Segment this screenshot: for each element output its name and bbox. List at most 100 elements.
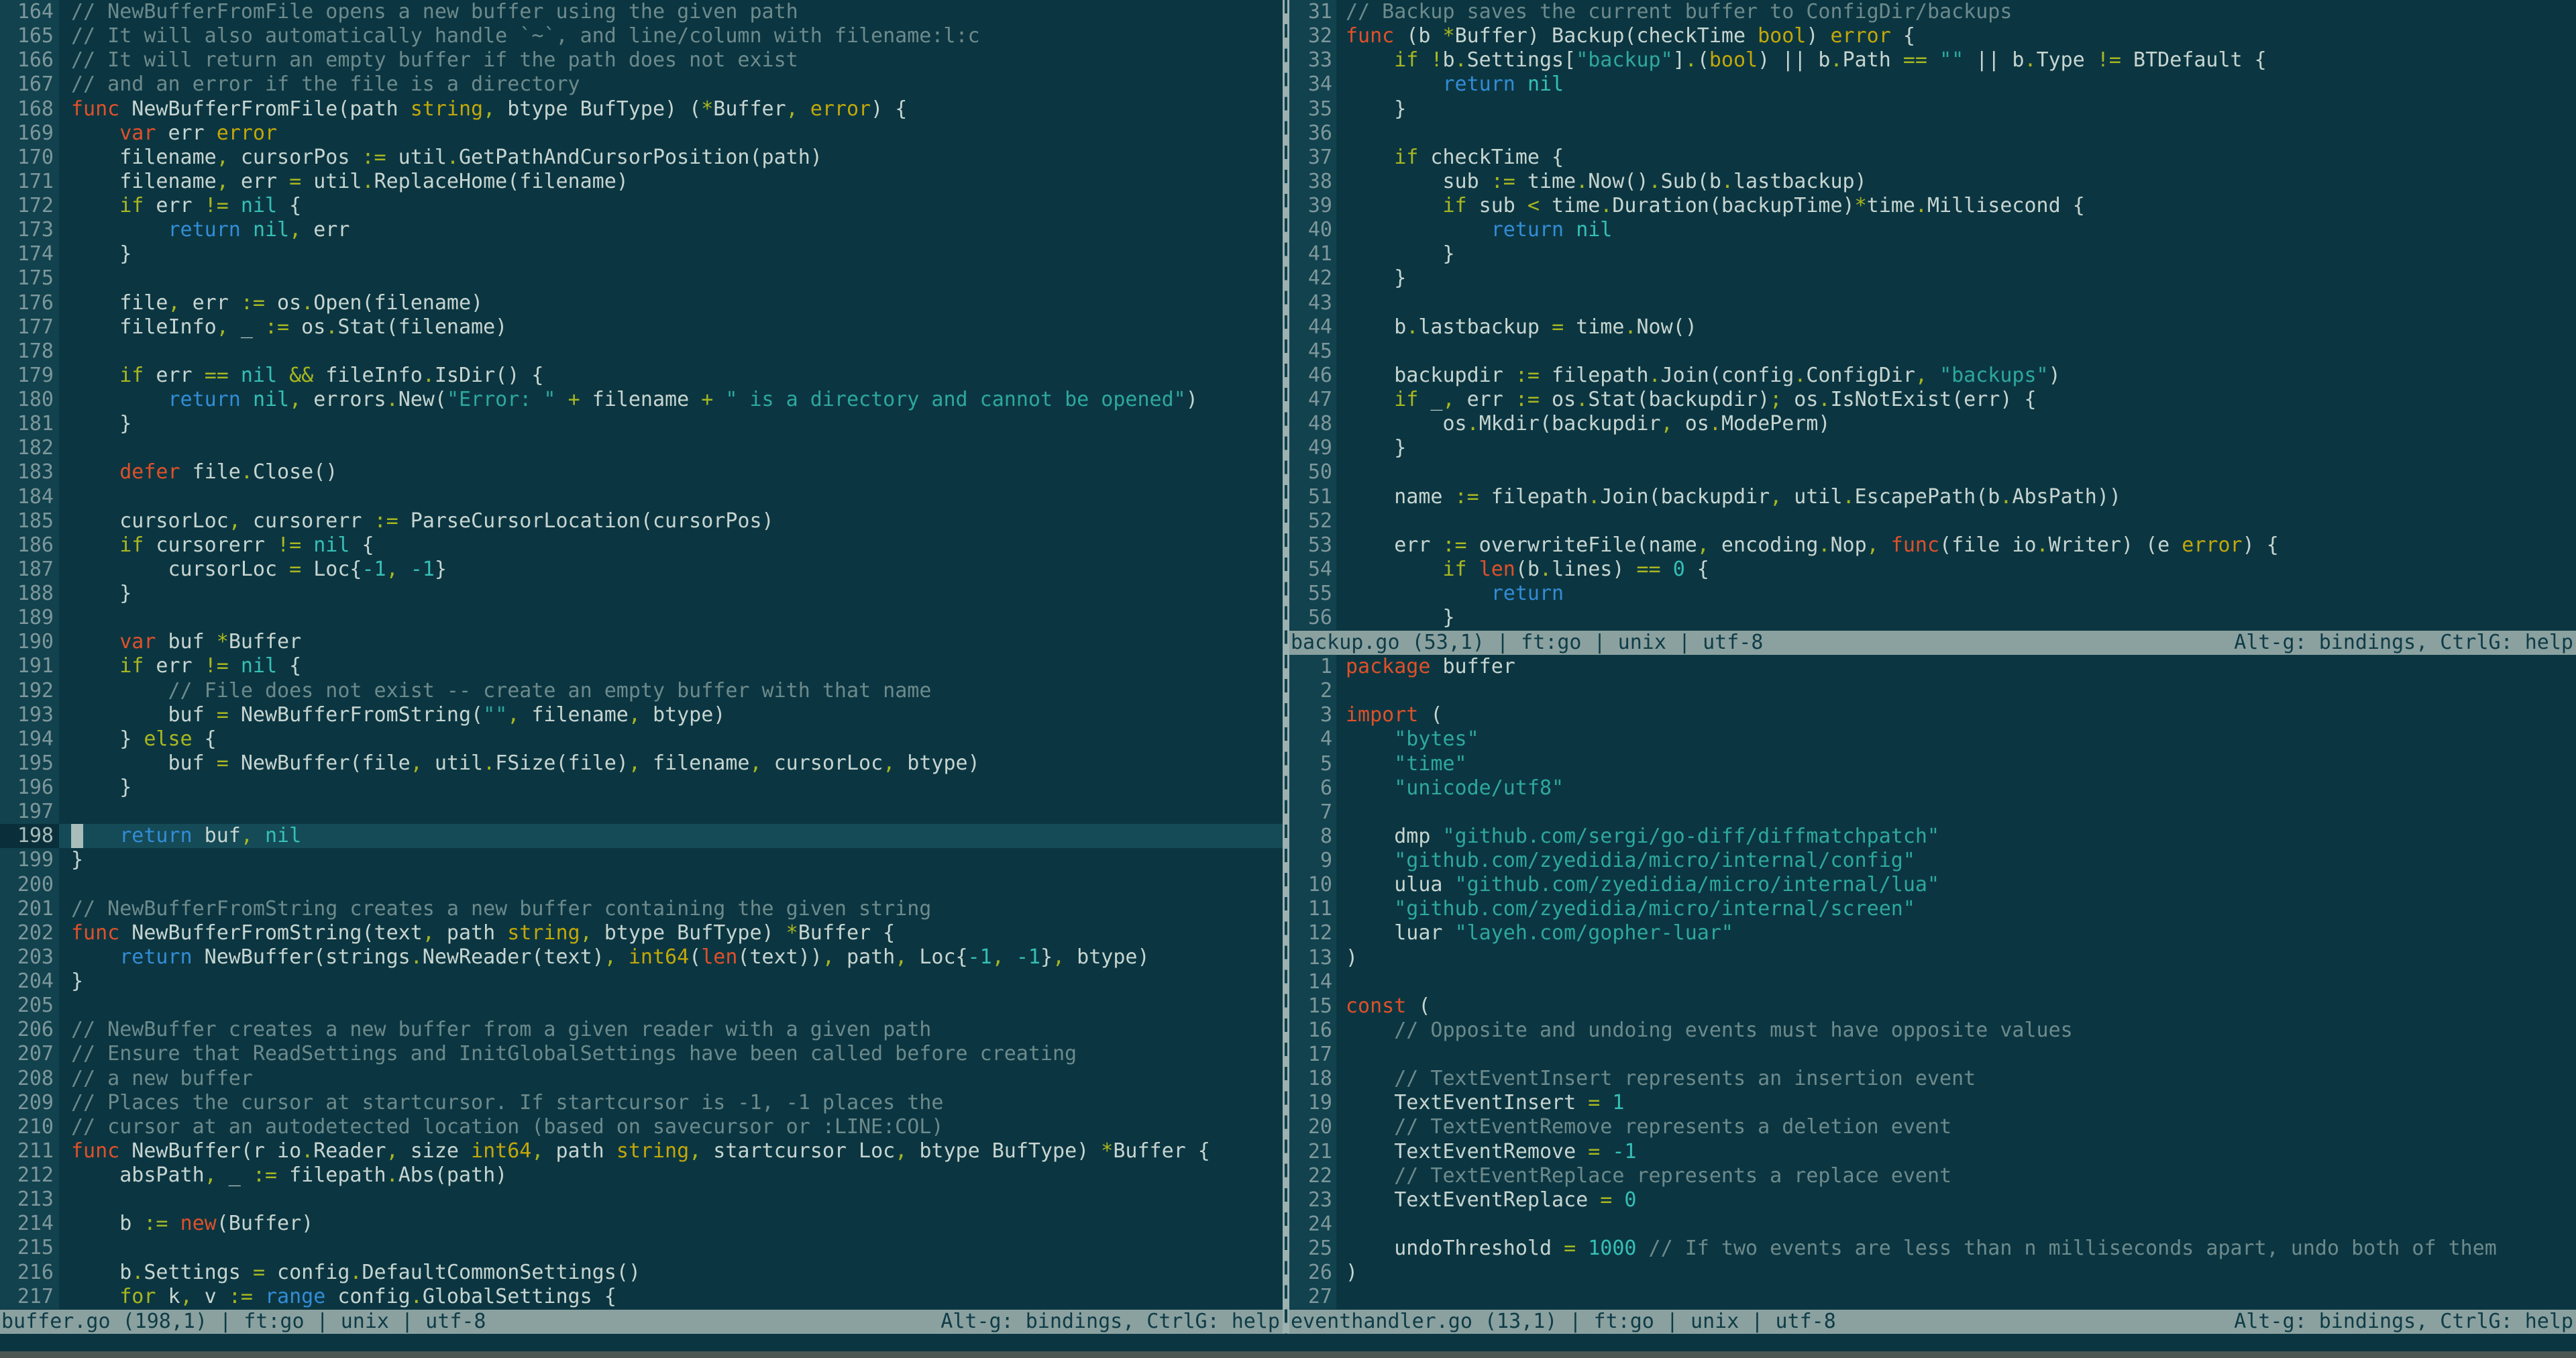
editor-pane-buffer-go[interactable]: 164 // NewBufferFromFile opens a new buff… (0, 0, 1283, 1310)
code-line[interactable]: 22 // TextEventReplace represents a repl… (1289, 1163, 2576, 1188)
code-line[interactable]: 44 b.lastbackup = time.Now() (1289, 315, 2576, 340)
code-line[interactable]: 35 } (1289, 97, 2576, 121)
code-line[interactable]: 5 "time" (1289, 751, 2576, 776)
code-line[interactable]: 27 (1289, 1285, 2576, 1310)
code-line[interactable]: 43 (1289, 291, 2576, 315)
code-line[interactable]: 19 TextEventInsert = 1 (1289, 1091, 2576, 1116)
code-line[interactable]: 203 return NewBuffer(strings.NewReader(t… (0, 945, 1283, 970)
code-line[interactable]: 165 // It will also automatically handle … (0, 24, 1283, 49)
code-line[interactable]: 3 import ( (1289, 703, 2576, 728)
code-line[interactable]: 202 func NewBufferFromString(text, path s… (0, 921, 1283, 945)
code-line[interactable]: 4 "bytes" (1289, 727, 2576, 752)
code-line[interactable]: 37 if checkTime { (1289, 145, 2576, 170)
code-line[interactable]: 208 // a new buffer (0, 1066, 1283, 1091)
code-line[interactable]: 16 // Opposite and undoing events must h… (1289, 1018, 2576, 1043)
code-line[interactable]: 182 (0, 436, 1283, 461)
code-line[interactable]: 12 luar "layeh.com/gopher-luar" (1289, 921, 2576, 946)
code-line[interactable]: 38 sub := time.Now().Sub(b.lastbackup) (1289, 169, 2576, 194)
code-line[interactable]: 50 (1289, 460, 2576, 485)
code-line[interactable]: 21 TextEventRemove = -1 (1289, 1139, 2576, 1164)
code-line[interactable]: 183 defer file.Close() (0, 460, 1283, 485)
code-line[interactable]: 179 if err == nil && fileInfo.IsDir() { (0, 363, 1283, 388)
code-line[interactable]: 51 name := filepath.Join(backupdir, util… (1289, 484, 2576, 509)
code-line[interactable]: 209 // Places the cursor at startcursor. … (0, 1090, 1283, 1115)
code-line[interactable]: 205 (0, 994, 1283, 1018)
editor-pane-eventhandler-go[interactable]: 1 package buffer 2 3 import (4 "bytes" 5 "tim… (1289, 655, 2576, 1310)
code-line[interactable]: 181 } (0, 412, 1283, 437)
code-line[interactable]: 167 // and an error if the file is a dire… (0, 72, 1283, 97)
code-line[interactable]: 36 (1289, 121, 2576, 146)
code-line[interactable]: 40 return nil (1289, 218, 2576, 243)
code-line[interactable]: 175 (0, 266, 1283, 291)
code-line[interactable]: 170 filename, cursorPos := util.GetPathA… (0, 145, 1283, 170)
code-line[interactable]: 56 } (1289, 606, 2576, 631)
code-line[interactable]: 2 (1289, 679, 2576, 704)
code-line[interactable]: 168 func NewBufferFromFile(path string, b… (0, 97, 1283, 121)
code-line[interactable]: 177 fileInfo, _ := os.Stat(filename) (0, 315, 1283, 340)
code-line[interactable]: 26) (1289, 1261, 2576, 1286)
code-line[interactable]: 172 if err != nil { (0, 194, 1283, 219)
code-line[interactable]: 180 return nil, errors.New("Error: " + f… (0, 388, 1283, 413)
code-line[interactable]: 46 backupdir := filepath.Join(config.Con… (1289, 363, 2576, 388)
code-line[interactable]: 192 // File does not exist -- create an … (0, 678, 1283, 703)
code-line[interactable]: 9 "github.com/zyedidia/micro/internal/co… (1289, 849, 2576, 874)
code-line[interactable]: 8 dmp "github.com/sergi/go-diff/diffmatc… (1289, 824, 2576, 849)
code-line[interactable]: 20 // TextEventRemove represents a delet… (1289, 1115, 2576, 1140)
editor-pane-backup-go[interactable]: 31 // Backup saves the current buffer to … (1289, 0, 2576, 631)
code-line[interactable]: 207 // Ensure that ReadSettings and InitG… (0, 1042, 1283, 1067)
code-line[interactable]: 13) (1289, 945, 2576, 970)
command-bar[interactable] (0, 1334, 2576, 1351)
code-line[interactable]: 187 cursorLoc = Loc{-1, -1} (0, 557, 1283, 582)
code-line[interactable]: 166 // It will return an empty buffer if … (0, 48, 1283, 73)
code-line[interactable]: 25 undoThreshold = 1000 // If two events… (1289, 1237, 2576, 1261)
code-line[interactable]: 185 cursorLoc, cursorerr := ParseCursorL… (0, 509, 1283, 533)
code-line[interactable]: 54 if len(b.lines) == 0 { (1289, 557, 2576, 582)
code-line[interactable]: 190 var buf *Buffer (0, 630, 1283, 655)
code-line[interactable]: 176 file, err := os.Open(filename) (0, 291, 1283, 315)
code-line[interactable]: 164 // NewBufferFromFile opens a new buff… (0, 0, 1283, 25)
code-line[interactable]: 204} (0, 970, 1283, 994)
code-line[interactable]: 39 if sub < time.Duration(backupTime)*ti… (1289, 194, 2576, 219)
code-line[interactable]: 188 } (0, 582, 1283, 607)
code-line[interactable]: 1 package buffer (1289, 655, 2576, 680)
code-line[interactable]: 191 if err != nil { (0, 654, 1283, 679)
code-line[interactable]: 184 (0, 484, 1283, 509)
code-line[interactable]: 206 // NewBuffer creates a new buffer fro… (0, 1018, 1283, 1043)
code-line[interactable]: 33 if !b.Settings["backup"].(bool) || b.… (1289, 48, 2576, 73)
code-line[interactable]: 215 (0, 1236, 1283, 1261)
code-line[interactable]: 53 err := overwriteFile(name, encoding.N… (1289, 533, 2576, 558)
code-line[interactable]: 174 } (0, 242, 1283, 267)
code-line[interactable]: 17 (1289, 1043, 2576, 1067)
code-line[interactable]: 213 (0, 1188, 1283, 1212)
code-line[interactable]: 45 (1289, 339, 2576, 364)
split-divider[interactable] (1283, 0, 1289, 1334)
code-line[interactable]: 212 absPath, _ := filepath.Abs(path) (0, 1163, 1283, 1188)
code-line[interactable]: 194 } else { (0, 727, 1283, 751)
code-line[interactable]: 32 func (b *Buffer) Backup(checkTime bool… (1289, 24, 2576, 49)
code-line[interactable]: 169 var err error (0, 121, 1283, 146)
code-line[interactable]: 34 return nil (1289, 72, 2576, 97)
code-line[interactable]: 42 } (1289, 266, 2576, 291)
code-line[interactable]: 15 const ( (1289, 994, 2576, 1018)
code-line[interactable]: 11 "github.com/zyedidia/micro/internal/s… (1289, 897, 2576, 922)
code-line[interactable]: 14 (1289, 970, 2576, 994)
code-line[interactable]: 214 b := new(Buffer) (0, 1212, 1283, 1237)
code-line[interactable]: 210 // cursor at an autodetected location… (0, 1114, 1283, 1139)
code-line[interactable]: 23 TextEventReplace = 0 (1289, 1188, 2576, 1212)
code-line[interactable]: 189 (0, 606, 1283, 631)
code-line[interactable]: 48 os.Mkdir(backupdir, os.ModePerm) (1289, 412, 2576, 437)
code-line[interactable]: 47 if _, err := os.Stat(backupdir); os.I… (1289, 388, 2576, 413)
code-line[interactable]: 18 // TextEventInsert represents an inse… (1289, 1067, 2576, 1092)
code-line[interactable]: 196 } (0, 776, 1283, 800)
code-line[interactable]: 211 func NewBuffer(r io.Reader, size int6… (0, 1139, 1283, 1163)
code-line[interactable]: 217 for k, v := range config.GlobalSetti… (0, 1284, 1283, 1309)
code-line[interactable]: 24 (1289, 1212, 2576, 1237)
code-line[interactable]: 200 (0, 872, 1283, 897)
code-line[interactable]: 197 (0, 800, 1283, 825)
code-line[interactable]: 10 ulua "github.com/zyedidia/micro/inter… (1289, 873, 2576, 898)
code-line[interactable]: 171 filename, err = util.ReplaceHome(fil… (0, 169, 1283, 194)
code-line[interactable]: 216 b.Settings = config.DefaultCommonSet… (0, 1260, 1283, 1285)
code-line[interactable]: 7 (1289, 800, 2576, 825)
code-line[interactable]: 55 return (1289, 582, 2576, 607)
code-line[interactable]: 41 } (1289, 242, 2576, 267)
